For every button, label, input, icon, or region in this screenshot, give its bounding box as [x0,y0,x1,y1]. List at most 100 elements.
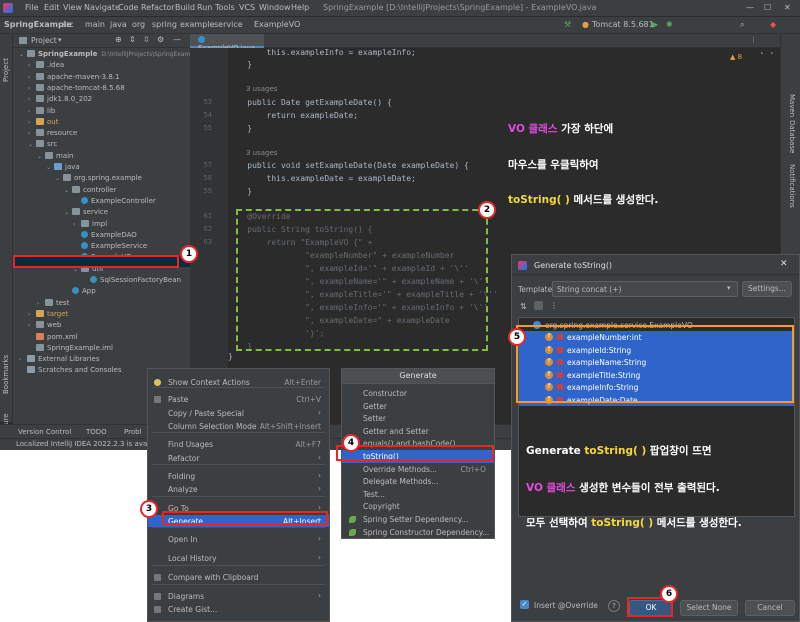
chevron-down-icon[interactable]: ⌄ [46,164,54,171]
tree-item[interactable]: › target [28,309,68,321]
context-menu-item[interactable]: Refactor › [148,452,329,464]
chevron-down-icon[interactable]: ⌄ [19,51,27,58]
project-panel-title[interactable]: Project [31,36,57,45]
tree-item[interactable]: ⌄ service [64,208,108,219]
menu-build[interactable]: Build [175,3,195,12]
close-icon[interactable]: ✕ [784,3,791,12]
context-menu-item[interactable]: Open In › [148,533,329,545]
tree-item[interactable]: ⌄ SpringExample D:\IntelliJProjects\Spring… [19,50,194,61]
tree-item[interactable]: ⌄ org.spring.example [55,174,142,185]
context-menu-item[interactable]: Folding › [148,470,329,482]
close-icon[interactable]: ✕ [780,259,788,269]
context-menu-item[interactable]: Show Context Actions Alt+Enter [148,376,329,388]
menu-edit[interactable]: Edit [44,3,60,12]
menu-refactor[interactable]: Refactor [141,3,175,12]
generate-menu-item[interactable]: Constructor [342,387,494,400]
menu-navigate[interactable]: Navigate [84,3,120,12]
usages-hint[interactable]: 3 usages [246,149,277,157]
chevron-down-icon[interactable]: ˅ [770,52,774,60]
collapse-all-icon[interactable]: ⇕ [129,35,136,44]
context-menu-item[interactable]: Diagrams › [148,590,329,602]
tree-item[interactable]: ⌄ controller [64,185,116,197]
menu-file[interactable]: File [25,3,38,12]
run-config-select[interactable]: Tomcat 8.5.681 [592,20,654,29]
generate-menu-item[interactable]: Test... [342,488,494,501]
chevron-right-icon[interactable]: › [28,62,36,69]
context-menu-item[interactable]: Column Selection Mode Alt+Shift+Insert [148,420,329,432]
context-menu-item[interactable]: Find Usages Alt+F7 [148,438,329,450]
tabs-menu-icon[interactable]: ⋮ [750,36,757,44]
chevron-up-icon[interactable]: ˄ [760,52,764,60]
generate-menu-item[interactable]: Delegate Methods... [342,475,494,488]
breadcrumb-example[interactable]: example [180,20,214,29]
database-tool-tab[interactable]: Database [788,120,796,153]
generate-menu-item[interactable]: Spring Constructor Dependency... [342,526,494,539]
generate-menu-item[interactable]: Setter [342,412,494,425]
menu-view[interactable]: View [63,3,82,12]
context-menu-item[interactable]: Paste Ctrl+V [148,393,329,405]
maven-tool-tab[interactable]: Maven [788,94,796,117]
tree-item[interactable]: ⌄ java [46,163,80,174]
tree-item[interactable]: › External Libraries [19,355,100,366]
context-menu-item[interactable]: Compare with Clipboard [148,571,329,583]
template-select[interactable]: String concat (+) ▾ [552,281,738,297]
chevron-right-icon[interactable]: › [19,356,27,363]
status-text[interactable]: Localized IntelliJ IDEA 2022.2.3 is avai… [16,440,166,448]
menu-tools[interactable]: Tools [215,3,235,12]
tree-item[interactable]: › lib [28,106,55,118]
bookmarks-tool-tab[interactable]: Bookmarks [2,355,10,394]
chevron-down-icon[interactable]: ⌄ [64,209,72,216]
chevron-down-icon[interactable]: ⌄ [55,175,63,182]
maximize-icon[interactable]: ☐ [764,3,771,12]
project-tool-tab[interactable]: Project [2,58,10,82]
tree-item[interactable]: Scratches and Consoles [19,366,122,377]
generate-menu-item[interactable]: Getter [342,400,494,413]
usages-hint[interactable]: 3 usages [246,85,277,93]
tree-item[interactable]: › apache-maven-3.8.1 [28,72,119,84]
generate-menu-item[interactable]: Copyright [342,500,494,513]
tree-item[interactable]: ⌄ main [37,151,74,163]
minimize-icon[interactable]: — [746,3,754,12]
breadcrumb-java[interactable]: java [110,20,127,29]
insert-override-checkbox[interactable]: ✓ [520,600,529,609]
gear-icon[interactable]: ⚙ [157,35,164,44]
sort-icon[interactable]: ⇅ [520,302,527,311]
version-control-tab[interactable]: Version Control [18,428,71,436]
options-icon[interactable]: ⋮ [550,301,558,310]
debug-icon[interactable]: ✱ [666,20,673,29]
search-icon[interactable]: ⌕ [740,20,744,30]
warnings-indicator[interactable]: ▲ 8 [730,53,742,61]
tree-item[interactable]: ExampleController [73,196,156,208]
menu-window[interactable]: Window [259,3,291,12]
chevron-down-icon[interactable]: ⌄ [64,187,72,194]
chevron-right-icon[interactable]: › [28,108,36,115]
menu-vcs[interactable]: VCS [239,3,255,12]
context-menu-item[interactable]: Copy / Paste Special › [148,407,329,419]
chevron-right-icon[interactable]: › [28,74,36,81]
locate-icon[interactable]: ⊕ [115,35,122,44]
tree-item[interactable]: › out [28,117,58,129]
notifications-tool-tab[interactable]: Notifications [788,164,796,208]
breadcrumb-class[interactable]: ExampleVO [254,20,300,29]
cancel-button[interactable]: Cancel [745,600,795,616]
breadcrumb-spring[interactable]: spring [152,20,177,29]
chevron-right-icon[interactable]: › [28,322,36,329]
editor-tab-examplevo[interactable]: ExampleVO.java ✕ [190,34,264,60]
tree-item[interactable]: ExampleDAO [73,230,137,242]
chevron-right-icon[interactable]: › [28,119,36,126]
tree-item[interactable]: pom.xml [28,332,78,344]
chevron-right-icon[interactable]: › [37,300,45,307]
breadcrumb-src[interactable]: src [62,20,74,29]
chevron-right-icon[interactable]: › [28,130,36,137]
generate-menu-item[interactable]: Override Methods... Ctrl+O [342,463,494,476]
tree-item[interactable]: › jdk1.8.0_202 [28,95,92,106]
tree-item[interactable]: › .idea [28,61,64,72]
tree-item[interactable]: App [64,287,96,298]
settings-button[interactable]: Settings... [742,281,792,297]
expand-all-icon[interactable]: ⇳ [143,35,150,44]
todo-tab[interactable]: TODO [86,428,107,436]
generate-menu-item[interactable]: Spring Setter Dependency... [342,513,494,526]
tree-item[interactable]: › web [28,321,61,332]
build-hammer-icon[interactable]: ⚒ [564,20,571,29]
chevron-right-icon[interactable]: › [28,96,36,103]
